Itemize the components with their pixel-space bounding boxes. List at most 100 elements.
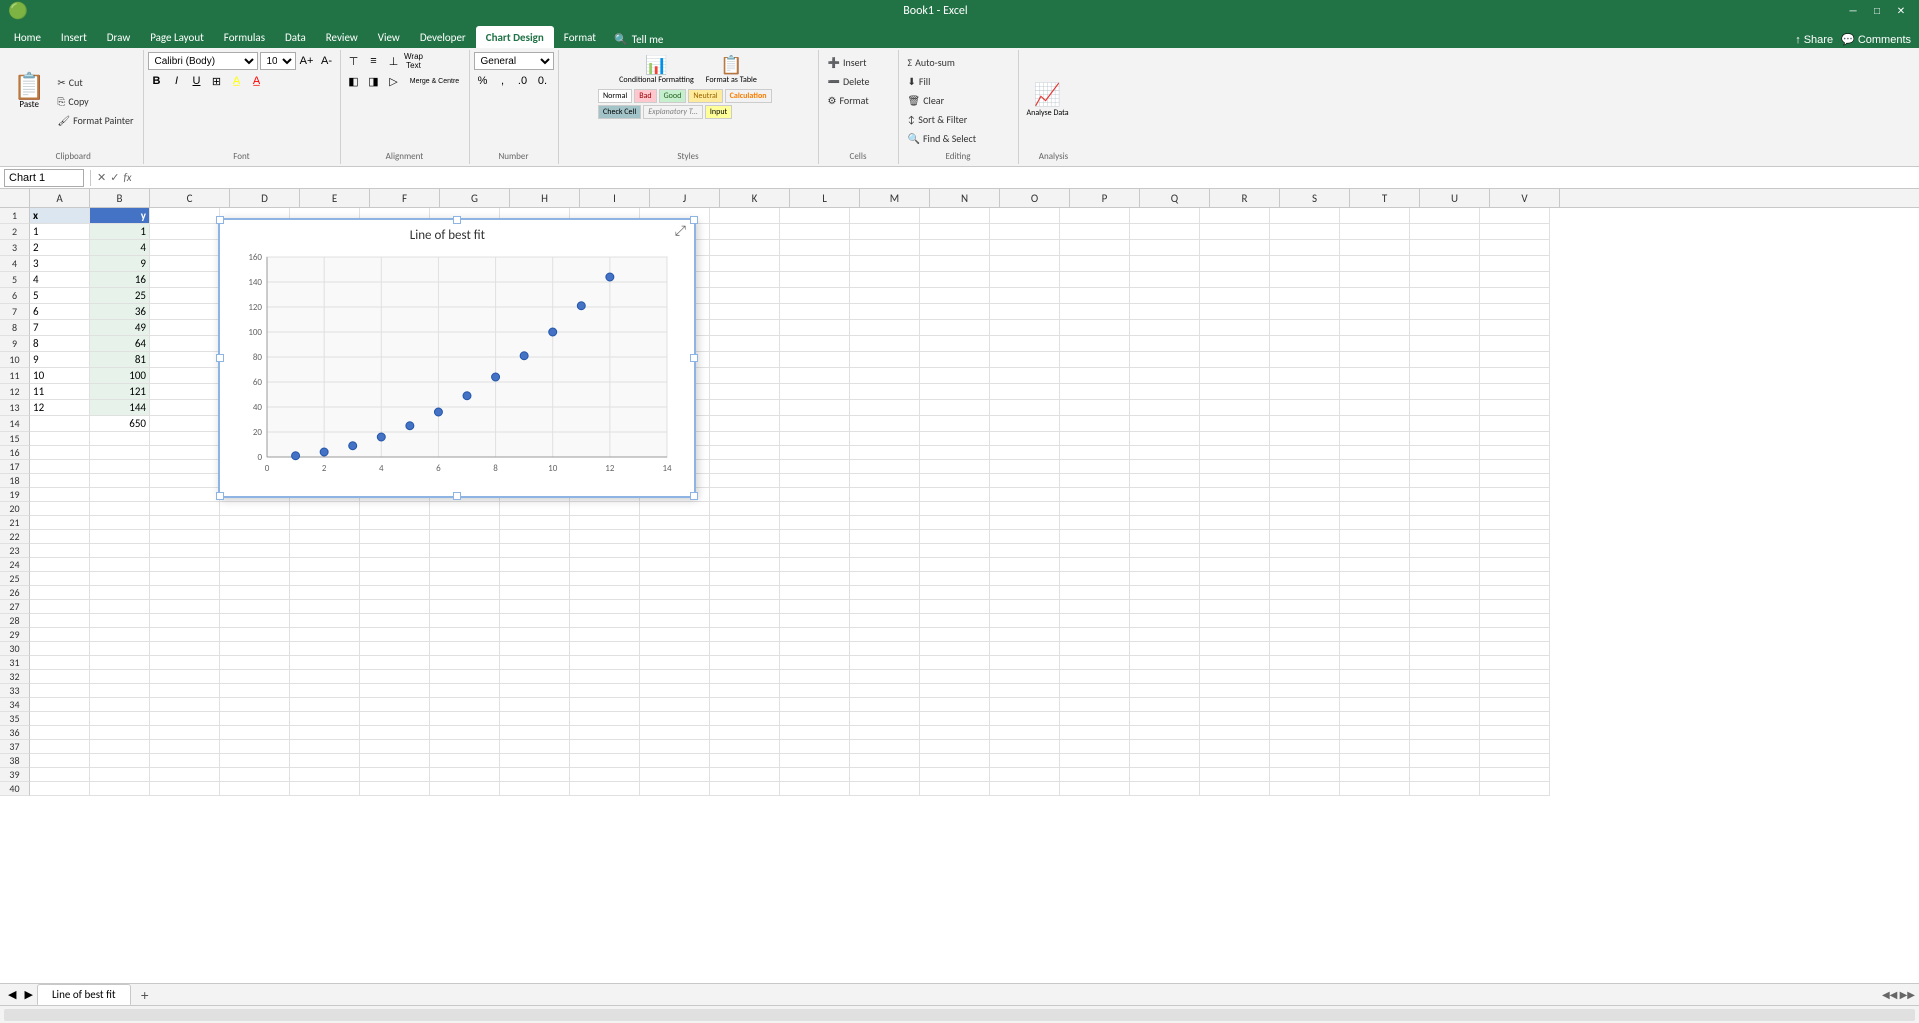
cell-r29c20[interactable]	[1340, 628, 1410, 642]
cell-r4c15[interactable]	[990, 256, 1060, 272]
row-header-24[interactable]: 24	[0, 558, 30, 572]
cell-r26c1[interactable]	[30, 586, 90, 600]
cell-r28c4[interactable]	[220, 614, 290, 628]
cell-r28c18[interactable]	[1200, 614, 1270, 628]
align-center-button[interactable]: ◨	[365, 72, 383, 90]
cell-r21c4[interactable]	[220, 516, 290, 530]
cell-r14c16[interactable]	[1060, 416, 1130, 432]
cell-r8c16[interactable]	[1060, 320, 1130, 336]
cell-r36c5[interactable]	[290, 726, 360, 740]
cell-r28c3[interactable]	[150, 614, 220, 628]
cell-r3c2[interactable]: 4	[90, 240, 150, 256]
tab-view[interactable]: View	[368, 26, 410, 48]
cell-r39c7[interactable]	[430, 768, 500, 782]
cell-r37c9[interactable]	[570, 740, 640, 754]
fill-button[interactable]: ⬇ Fill	[903, 73, 982, 90]
cell-r14c22[interactable]	[1480, 416, 1550, 432]
cell-r10c20[interactable]	[1340, 352, 1410, 368]
cell-r13c2[interactable]: 144	[90, 400, 150, 416]
cell-r16c19[interactable]	[1270, 446, 1340, 460]
resize-handle-w[interactable]	[216, 354, 224, 362]
cell-r28c17[interactable]	[1130, 614, 1200, 628]
cell-r34c18[interactable]	[1200, 698, 1270, 712]
cell-r17c2[interactable]	[90, 460, 150, 474]
cell-r28c22[interactable]	[1480, 614, 1550, 628]
cell-r23c3[interactable]	[150, 544, 220, 558]
cell-r37c15[interactable]	[990, 740, 1060, 754]
cell-r14c3[interactable]	[150, 416, 220, 432]
col-header-o[interactable]: O	[1000, 189, 1070, 207]
row-header-11[interactable]: 11	[0, 368, 30, 384]
cell-r8c22[interactable]	[1480, 320, 1550, 336]
cell-r15c2[interactable]	[90, 432, 150, 446]
cell-r12c18[interactable]	[1200, 384, 1270, 400]
cell-r17c20[interactable]	[1340, 460, 1410, 474]
cell-r39c3[interactable]	[150, 768, 220, 782]
cell-r34c8[interactable]	[500, 698, 570, 712]
cell-r40c5[interactable]	[290, 782, 360, 796]
cell-r3c17[interactable]	[1130, 240, 1200, 256]
cell-r16c21[interactable]	[1410, 446, 1480, 460]
cell-r31c4[interactable]	[220, 656, 290, 670]
cell-r23c12[interactable]	[780, 544, 850, 558]
cell-r8c3[interactable]	[150, 320, 220, 336]
cell-r36c1[interactable]	[30, 726, 90, 740]
cell-r16c3[interactable]	[150, 446, 220, 460]
cell-r36c7[interactable]	[430, 726, 500, 740]
cell-r37c14[interactable]	[920, 740, 990, 754]
cell-r1c17[interactable]	[1130, 208, 1200, 224]
cell-r27c21[interactable]	[1410, 600, 1480, 614]
tab-data[interactable]: Data	[275, 26, 316, 48]
cell-r2c16[interactable]	[1060, 224, 1130, 240]
cell-r28c14[interactable]	[920, 614, 990, 628]
cell-r13c16[interactable]	[1060, 400, 1130, 416]
cell-r12c11[interactable]	[710, 384, 780, 400]
cell-r27c8[interactable]	[500, 600, 570, 614]
formula-input[interactable]	[136, 171, 1915, 185]
cell-r20c16[interactable]	[1060, 502, 1130, 516]
cell-r32c18[interactable]	[1200, 670, 1270, 684]
cell-r30c3[interactable]	[150, 642, 220, 656]
tab-formulas[interactable]: Formulas	[214, 26, 275, 48]
row-header-9[interactable]: 9	[0, 336, 30, 352]
cell-r21c11[interactable]	[710, 516, 780, 530]
delete-cells-button[interactable]: ➖ Delete	[823, 73, 875, 90]
cell-r10c2[interactable]: 81	[90, 352, 150, 368]
cell-r8c21[interactable]	[1410, 320, 1480, 336]
cell-r38c10[interactable]	[640, 754, 710, 768]
cell-r8c11[interactable]	[710, 320, 780, 336]
cell-r21c12[interactable]	[780, 516, 850, 530]
cell-r13c1[interactable]: 12	[30, 400, 90, 416]
cell-r38c22[interactable]	[1480, 754, 1550, 768]
cell-r21c5[interactable]	[290, 516, 360, 530]
resize-handle-e[interactable]	[690, 354, 698, 362]
cell-r7c16[interactable]	[1060, 304, 1130, 320]
cell-r12c3[interactable]	[150, 384, 220, 400]
cell-r4c17[interactable]	[1130, 256, 1200, 272]
cell-r2c21[interactable]	[1410, 224, 1480, 240]
row-header-22[interactable]: 22	[0, 530, 30, 544]
cell-r9c22[interactable]	[1480, 336, 1550, 352]
row-header-10[interactable]: 10	[0, 352, 30, 368]
cell-r16c11[interactable]	[710, 446, 780, 460]
cell-r29c7[interactable]	[430, 628, 500, 642]
cell-r24c20[interactable]	[1340, 558, 1410, 572]
cell-r21c7[interactable]	[430, 516, 500, 530]
cell-r36c18[interactable]	[1200, 726, 1270, 740]
cell-r10c11[interactable]	[710, 352, 780, 368]
cell-r28c16[interactable]	[1060, 614, 1130, 628]
row-header-14[interactable]: 14	[0, 416, 30, 432]
cell-r7c17[interactable]	[1130, 304, 1200, 320]
cell-r40c2[interactable]	[90, 782, 150, 796]
cell-r4c12[interactable]	[780, 256, 850, 272]
cell-r9c15[interactable]	[990, 336, 1060, 352]
cell-r24c17[interactable]	[1130, 558, 1200, 572]
cell-r13c18[interactable]	[1200, 400, 1270, 416]
cell-r14c18[interactable]	[1200, 416, 1270, 432]
cell-r36c20[interactable]	[1340, 726, 1410, 740]
cell-r34c12[interactable]	[780, 698, 850, 712]
cell-r35c18[interactable]	[1200, 712, 1270, 726]
cell-r11c21[interactable]	[1410, 368, 1480, 384]
cell-r28c15[interactable]	[990, 614, 1060, 628]
cell-r12c15[interactable]	[990, 384, 1060, 400]
